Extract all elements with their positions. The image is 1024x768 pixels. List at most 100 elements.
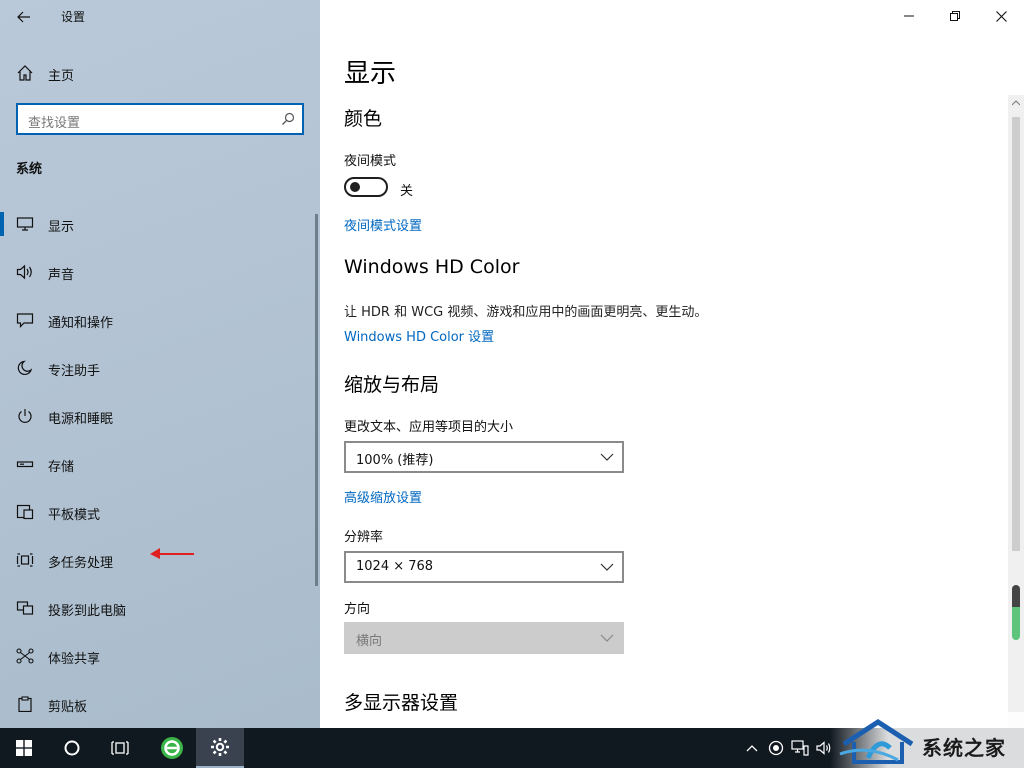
gear-icon bbox=[211, 738, 229, 756]
storage-icon bbox=[16, 461, 34, 468]
sidebar-item-storage[interactable]: 存储 bbox=[0, 440, 320, 488]
scale-size-select[interactable]: 100% (推荐) bbox=[344, 441, 624, 473]
sidebar-item-label: 声音 bbox=[48, 268, 75, 283]
windows-logo-icon bbox=[16, 740, 32, 756]
orientation-label: 方向 bbox=[344, 602, 371, 617]
taskbar-app-settings[interactable] bbox=[196, 728, 244, 768]
cortana-circle-icon bbox=[64, 740, 80, 756]
network-icon bbox=[791, 740, 809, 756]
multitasking-icon bbox=[16, 553, 34, 567]
sidebar-item-project-to-pc[interactable]: 投影到此电脑 bbox=[0, 584, 320, 632]
sidebar-item-power-sleep[interactable]: 电源和睡眠 bbox=[0, 392, 320, 440]
chevron-down-icon bbox=[600, 563, 614, 571]
chevron-down-icon bbox=[600, 634, 614, 642]
search-placeholder: 查找设置 bbox=[28, 116, 81, 131]
sidebar-item-display[interactable]: 显示 bbox=[0, 200, 320, 248]
sidebar-item-focus-assist[interactable]: 专注助手 bbox=[0, 344, 320, 392]
scroll-indicator bbox=[1012, 585, 1020, 640]
page-title: 显示 bbox=[344, 59, 397, 89]
tablet-mode-icon bbox=[16, 504, 34, 520]
chevron-up-icon bbox=[746, 745, 758, 752]
multi-display-heading: 多显示器设置 bbox=[344, 692, 459, 714]
chevron-up-icon bbox=[1012, 100, 1020, 106]
close-icon bbox=[995, 10, 1007, 22]
sidebar-item-label: 专注助手 bbox=[48, 364, 101, 379]
task-view-icon bbox=[111, 741, 129, 755]
title-bar: 设置 bbox=[0, 0, 320, 34]
sidebar-item-label: 体验共享 bbox=[48, 652, 101, 667]
sidebar-item-label: 存储 bbox=[48, 460, 75, 475]
close-button[interactable] bbox=[978, 0, 1024, 32]
clipboard-icon bbox=[18, 696, 32, 712]
cortana-button[interactable] bbox=[48, 728, 96, 768]
sidebar-item-tablet-mode[interactable]: 平板模式 bbox=[0, 488, 320, 536]
sidebar-scrollbar[interactable] bbox=[315, 214, 318, 586]
home-link[interactable]: 主页 bbox=[0, 55, 320, 91]
sidebar-nav: 显示 声音 通知和操作 专注助手 电源和睡眠 存储 平板模式 多任务处理 投影到… bbox=[0, 200, 320, 728]
app-title: 设置 bbox=[61, 10, 86, 24]
tray-network-button[interactable] bbox=[790, 738, 810, 758]
scroll-up-button[interactable] bbox=[1008, 95, 1024, 111]
minimize-icon bbox=[904, 15, 914, 17]
shared-experience-icon bbox=[16, 648, 34, 664]
start-button[interactable] bbox=[0, 728, 48, 768]
browser-app-icon bbox=[161, 737, 183, 759]
night-light-label: 夜间模式 bbox=[344, 154, 397, 169]
sidebar-item-shared-experiences[interactable]: 体验共享 bbox=[0, 632, 320, 680]
back-button[interactable] bbox=[8, 2, 40, 32]
taskbar-app-browser[interactable] bbox=[148, 728, 196, 768]
task-view-button[interactable] bbox=[96, 728, 144, 768]
hdr-settings-link[interactable]: Windows HD Color 设置 bbox=[344, 326, 494, 345]
night-light-toggle[interactable] bbox=[344, 177, 388, 197]
hdr-description: 让 HDR 和 WCG 视频、游戏和应用中的画面更明亮、更生动。 bbox=[344, 305, 708, 320]
watermark-logo-icon bbox=[839, 719, 914, 764]
night-light-state: 关 bbox=[400, 184, 414, 199]
color-heading: 颜色 bbox=[344, 108, 383, 130]
sidebar-item-label: 多任务处理 bbox=[48, 556, 114, 571]
night-light-settings-link[interactable]: 夜间模式设置 bbox=[344, 215, 422, 234]
scroll-thumb[interactable] bbox=[1012, 117, 1020, 551]
content-pane: 显示 颜色 夜间模式 关 夜间模式设置 Windows HD Color 让 H… bbox=[320, 0, 1024, 728]
advanced-scaling-link[interactable]: 高级缩放设置 bbox=[344, 487, 422, 506]
speaker-icon bbox=[16, 264, 32, 280]
home-label: 主页 bbox=[48, 69, 75, 84]
project-icon bbox=[16, 601, 34, 615]
sidebar-item-label: 剪贴板 bbox=[48, 700, 88, 715]
watermark-text: 系统之家 bbox=[922, 736, 1006, 760]
search-input[interactable]: 查找设置 bbox=[16, 103, 304, 135]
sidebar-item-label: 通知和操作 bbox=[48, 316, 114, 331]
sidebar-item-label: 平板模式 bbox=[48, 508, 101, 523]
home-icon bbox=[17, 65, 33, 81]
annotation-arrow-icon bbox=[150, 548, 194, 559]
resolution-select[interactable]: 1024 × 768 bbox=[344, 551, 624, 583]
resolution-value: 1024 × 768 bbox=[356, 559, 434, 574]
minimize-button[interactable] bbox=[886, 0, 932, 32]
tray-overflow-button[interactable] bbox=[742, 738, 762, 758]
sidebar: 设置 主页 查找设置 系统 显示 声音 通知和操作 专注助手 电源和睡眠 存储 … bbox=[0, 0, 320, 728]
restore-button[interactable] bbox=[932, 0, 978, 32]
scale-heading: 缩放与布局 bbox=[344, 374, 440, 396]
sidebar-item-label: 显示 bbox=[48, 220, 75, 235]
content-scrollbar[interactable] bbox=[1008, 95, 1024, 728]
orientation-select: 横向 bbox=[344, 622, 624, 654]
scale-size-label: 更改文本、应用等项目的大小 bbox=[344, 420, 514, 435]
restore-icon bbox=[950, 11, 960, 21]
record-icon bbox=[768, 740, 784, 756]
moon-icon bbox=[17, 360, 33, 376]
sidebar-item-label: 电源和睡眠 bbox=[48, 412, 114, 427]
search-icon[interactable] bbox=[281, 112, 295, 126]
notification-icon bbox=[16, 313, 34, 328]
sidebar-item-sound[interactable]: 声音 bbox=[0, 248, 320, 296]
tray-record-button[interactable] bbox=[766, 738, 786, 758]
sidebar-item-label: 投影到此电脑 bbox=[48, 604, 127, 619]
scale-size-value: 100% (推荐) bbox=[356, 453, 434, 468]
monitor-icon bbox=[16, 217, 34, 231]
chevron-down-icon bbox=[600, 453, 614, 461]
hdr-heading: Windows HD Color bbox=[344, 256, 520, 278]
toggle-knob bbox=[350, 182, 360, 192]
orientation-value: 横向 bbox=[356, 634, 383, 649]
sidebar-item-clipboard[interactable]: 剪贴板 bbox=[0, 680, 320, 728]
power-icon bbox=[18, 409, 32, 423]
sidebar-item-notifications[interactable]: 通知和操作 bbox=[0, 296, 320, 344]
watermark: 系统之家 bbox=[830, 712, 1024, 768]
